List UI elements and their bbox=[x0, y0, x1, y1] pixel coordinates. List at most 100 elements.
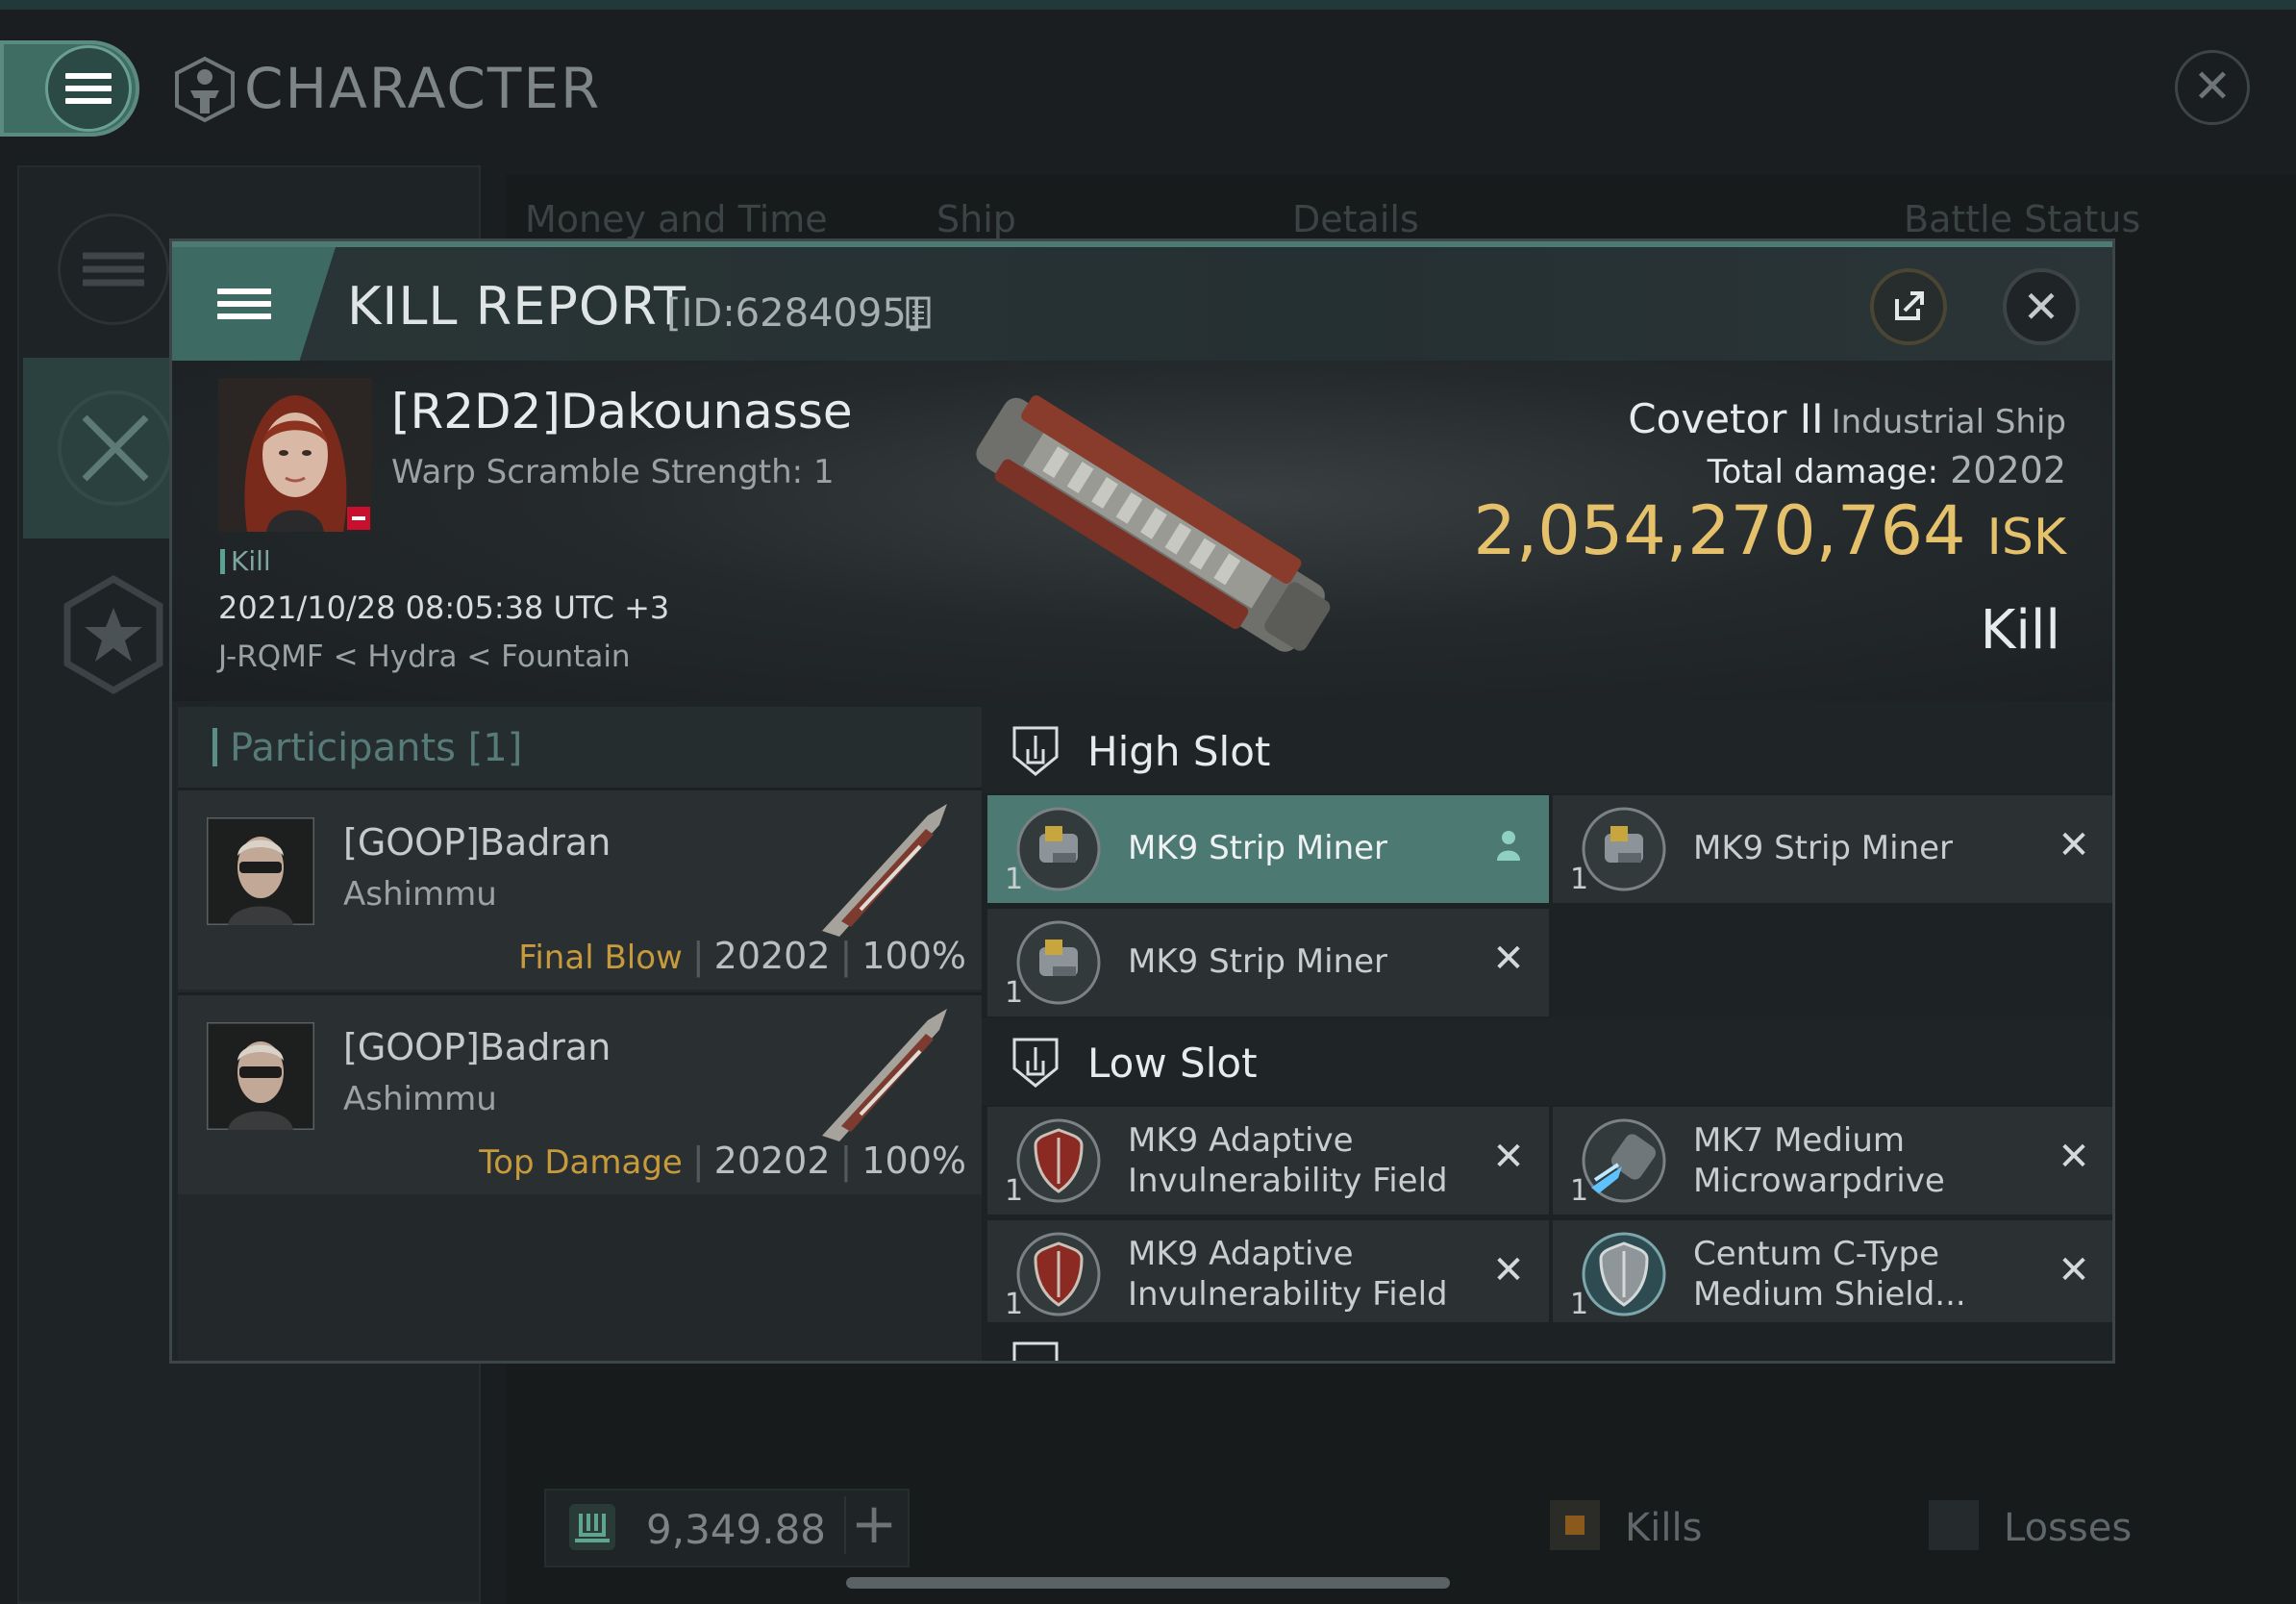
participant-damage: 20202 bbox=[713, 1140, 831, 1182]
participant-ship: Ashimmu bbox=[343, 1080, 497, 1118]
ship-name[interactable]: Covetor II bbox=[1628, 395, 1823, 442]
participant-damage: 20202 bbox=[713, 935, 831, 977]
module-quantity: 1 bbox=[1005, 863, 1024, 896]
person-icon bbox=[1489, 826, 1528, 865]
losses-legend-label: Losses bbox=[2004, 1506, 2133, 1550]
tab-ship[interactable]: Ship bbox=[936, 198, 1016, 240]
tab-battle-status[interactable]: Battle Status bbox=[1904, 198, 2140, 240]
participant-percent: 100% bbox=[861, 1140, 966, 1182]
module-card[interactable]: 1 MK7 Medium Microwarpdrive ✕ bbox=[1553, 1107, 2112, 1215]
module-name-line2: Medium Shield... bbox=[1693, 1275, 1966, 1314]
participant-stats: Final Blow | 20202 | 100% bbox=[518, 935, 966, 977]
participant-name[interactable]: [GOOP]Badran bbox=[343, 821, 611, 864]
separator: | bbox=[839, 935, 853, 977]
isk-line: 2,054,270,764 ISK bbox=[1473, 491, 2066, 570]
participants-title: Participants [1] bbox=[230, 726, 523, 770]
modal-header: KILL REPORT [ID:6284095] ✕ bbox=[172, 241, 2112, 361]
sidebar-item-combat[interactable] bbox=[23, 358, 173, 539]
kill-tag: Kill bbox=[220, 545, 271, 577]
share-button[interactable] bbox=[1870, 268, 1947, 345]
ship-render bbox=[976, 395, 1331, 652]
module-name-line1: Centum C-Type bbox=[1693, 1235, 1939, 1273]
mid-slot-icon bbox=[1012, 1341, 1059, 1361]
add-funds-button[interactable]: + bbox=[844, 1495, 902, 1554]
mid-slot-header-partial bbox=[982, 1322, 2112, 1361]
character-icon bbox=[175, 56, 235, 123]
tab-details[interactable]: Details bbox=[1292, 198, 1419, 240]
invuln-field-icon bbox=[1016, 1118, 1101, 1203]
module-quantity: 1 bbox=[1570, 863, 1589, 896]
total-damage-line: Total damage: 20202 bbox=[1708, 449, 2066, 491]
participant-row[interactable]: [GOOP]Badran Ashimmu Final Blow | 20202 | 10… bbox=[178, 788, 982, 990]
module-card[interactable]: 1 MK9 Adaptive Invulnerability Field ✕ bbox=[987, 1107, 1549, 1215]
module-name-line2: Microwarpdrive bbox=[1693, 1162, 1945, 1200]
destroyed-x-icon: ✕ bbox=[1492, 1248, 1525, 1292]
module-quantity: 1 bbox=[1005, 976, 1024, 1010]
copy-icon[interactable] bbox=[905, 295, 934, 332]
main-menu-button[interactable] bbox=[0, 40, 139, 137]
victim-banner: [R2D2]Dakounasse Warp Scramble Strength:… bbox=[172, 361, 2112, 701]
module-name: MK9 Strip Miner bbox=[1128, 942, 1388, 981]
kill-location[interactable]: J-RQMF < Hydra < Fountain bbox=[218, 639, 631, 674]
destroyed-x-icon: ✕ bbox=[1492, 937, 1525, 981]
participant-portrait bbox=[207, 817, 314, 925]
crossed-swords-icon bbox=[58, 390, 173, 506]
fitting-panel: High Slot 1 MK9 Strip Miner 1 MK9 Strip … bbox=[982, 707, 2112, 1361]
module-name: MK9 Adaptive Invulnerability Field bbox=[1128, 1120, 1448, 1201]
module-quantity: 1 bbox=[1005, 1288, 1024, 1321]
destroyed-x-icon: ✕ bbox=[2058, 1135, 2090, 1179]
module-quantity: 1 bbox=[1005, 1174, 1024, 1208]
low-slot-icon bbox=[1012, 1038, 1059, 1088]
close-icon[interactable]: ✕ bbox=[2175, 50, 2250, 125]
result-label: Kill bbox=[1980, 599, 2060, 662]
high-slot-header: High Slot bbox=[982, 707, 2112, 793]
module-card[interactable]: 1 Centum C-Type Medium Shield... ✕ bbox=[1553, 1220, 2112, 1328]
menu-icon bbox=[48, 48, 129, 129]
close-button[interactable]: ✕ bbox=[2003, 268, 2080, 345]
participant-row[interactable]: [GOOP]Badran Ashimmu Top Damage | 20202 | 10… bbox=[178, 992, 982, 1194]
module-card[interactable]: 1 MK9 Adaptive Invulnerability Field ✕ bbox=[987, 1220, 1549, 1328]
destroyed-x-icon: ✕ bbox=[1492, 1135, 1525, 1179]
modal-title: KILL REPORT bbox=[347, 276, 686, 337]
total-damage-value: 20202 bbox=[1950, 449, 2066, 491]
module-card[interactable]: 1 MK9 Strip Miner bbox=[987, 795, 1549, 903]
horizontal-scrollbar[interactable] bbox=[846, 1577, 1450, 1589]
warp-scramble-strength: Warp Scramble Strength: 1 bbox=[391, 453, 835, 491]
isk-value: 2,054,270,764 bbox=[1473, 491, 1966, 570]
participant-ship-image bbox=[822, 804, 947, 937]
high-slot-icon bbox=[1012, 726, 1059, 776]
participant-portrait bbox=[207, 1022, 314, 1130]
victim-portrait[interactable] bbox=[218, 378, 372, 532]
kill-datetime: 2021/10/28 08:05:38 UTC +3 bbox=[218, 589, 670, 626]
sidebar-item-menu[interactable] bbox=[58, 213, 169, 325]
module-name-line2: Invulnerability Field bbox=[1128, 1275, 1448, 1314]
header-accent bbox=[212, 728, 217, 766]
participant-percent: 100% bbox=[861, 935, 966, 977]
ship-line: Covetor II Industrial Ship bbox=[1628, 395, 2066, 442]
isk-icon bbox=[569, 1504, 615, 1550]
module-card[interactable]: 1 MK9 Strip Miner ✕ bbox=[987, 909, 1549, 1016]
module-name: Centum C-Type Medium Shield... bbox=[1693, 1234, 1966, 1315]
destroyed-x-icon: ✕ bbox=[2058, 823, 2090, 867]
final-blow-label: Final Blow bbox=[518, 939, 683, 977]
share-icon bbox=[1895, 291, 1924, 320]
strip-miner-icon bbox=[1016, 807, 1101, 891]
isk-unit: ISK bbox=[1986, 509, 2066, 566]
tab-money-and-time[interactable]: Money and Time bbox=[525, 198, 828, 240]
victim-name[interactable]: [R2D2]Dakounasse bbox=[391, 384, 853, 439]
module-card[interactable]: 1 MK9 Strip Miner ✕ bbox=[1553, 795, 2112, 903]
strip-miner-icon bbox=[1582, 807, 1666, 891]
kill-report-modal: KILL REPORT [ID:6284095] ✕ [R2D2]Dakouna… bbox=[169, 238, 2115, 1364]
ship-class: Industrial Ship bbox=[1831, 403, 2066, 441]
participant-name[interactable]: [GOOP]Badran bbox=[343, 1026, 611, 1068]
strip-miner-icon bbox=[1016, 920, 1101, 1005]
modal-menu-button[interactable] bbox=[172, 247, 336, 361]
module-name-line1: MK7 Medium bbox=[1693, 1121, 1906, 1160]
participant-ship-image bbox=[822, 1009, 947, 1141]
module-quantity: 1 bbox=[1570, 1288, 1589, 1321]
participants-panel: Participants [1] [GOOP]Badran Ashimmu Fi… bbox=[178, 707, 982, 1361]
shield-extender-icon bbox=[1582, 1232, 1666, 1316]
close-icon: ✕ bbox=[2022, 281, 2060, 333]
participant-ship: Ashimmu bbox=[343, 875, 497, 914]
star-badge-icon[interactable] bbox=[60, 573, 167, 696]
